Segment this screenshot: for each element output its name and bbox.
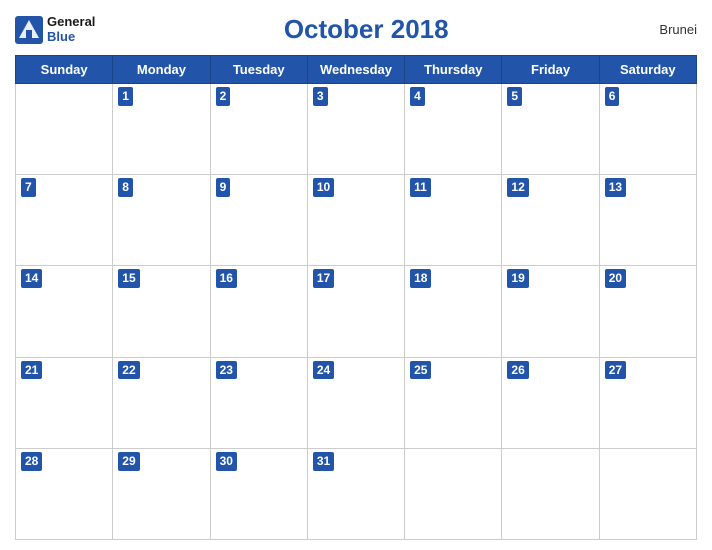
calendar-week-1: 1 2 3 4 5 6 bbox=[16, 84, 697, 175]
calendar-cell: 20 bbox=[599, 266, 696, 357]
day-number: 14 bbox=[21, 269, 42, 288]
day-number: 23 bbox=[216, 361, 237, 380]
day-number: 11 bbox=[410, 178, 431, 197]
day-number: 2 bbox=[216, 87, 231, 106]
day-number: 24 bbox=[313, 361, 334, 380]
calendar-cell: 3 bbox=[307, 84, 404, 175]
day-number: 5 bbox=[507, 87, 522, 106]
day-number: 29 bbox=[118, 452, 139, 471]
logo: General Blue bbox=[15, 15, 95, 44]
day-number: 13 bbox=[605, 178, 626, 197]
calendar-body: 1234567891011121314151617181920212223242… bbox=[16, 84, 697, 540]
header-monday: Monday bbox=[113, 56, 210, 84]
day-number: 3 bbox=[313, 87, 328, 106]
day-number: 21 bbox=[21, 361, 42, 380]
header-thursday: Thursday bbox=[405, 56, 502, 84]
calendar-header: General Blue October 2018 Brunei bbox=[15, 10, 697, 49]
calendar-cell: 31 bbox=[307, 448, 404, 539]
calendar-week-4: 21 22 23 24 25 26 27 bbox=[16, 357, 697, 448]
calendar-cell: 10 bbox=[307, 175, 404, 266]
calendar-cell: 5 bbox=[502, 84, 599, 175]
calendar-cell bbox=[502, 448, 599, 539]
day-number: 15 bbox=[118, 269, 139, 288]
day-number: 25 bbox=[410, 361, 431, 380]
day-number: 30 bbox=[216, 452, 237, 471]
calendar-cell: 12 bbox=[502, 175, 599, 266]
calendar-cell: 17 bbox=[307, 266, 404, 357]
calendar-cell: 21 bbox=[16, 357, 113, 448]
calendar-cell: 24 bbox=[307, 357, 404, 448]
day-number: 28 bbox=[21, 452, 42, 471]
calendar-week-3: 14 15 16 17 18 19 20 bbox=[16, 266, 697, 357]
header-friday: Friday bbox=[502, 56, 599, 84]
calendar-cell: 22 bbox=[113, 357, 210, 448]
header-tuesday: Tuesday bbox=[210, 56, 307, 84]
calendar-cell: 11 bbox=[405, 175, 502, 266]
day-number: 18 bbox=[410, 269, 431, 288]
day-number: 27 bbox=[605, 361, 626, 380]
day-number: 7 bbox=[21, 178, 36, 197]
day-number: 12 bbox=[507, 178, 528, 197]
calendar-cell: 16 bbox=[210, 266, 307, 357]
calendar-cell: 30 bbox=[210, 448, 307, 539]
calendar-cell: 23 bbox=[210, 357, 307, 448]
day-number: 19 bbox=[507, 269, 528, 288]
header-saturday: Saturday bbox=[599, 56, 696, 84]
day-number: 26 bbox=[507, 361, 528, 380]
calendar-cell: 29 bbox=[113, 448, 210, 539]
day-number: 20 bbox=[605, 269, 626, 288]
day-number: 10 bbox=[313, 178, 334, 197]
generalblue-logo-icon bbox=[15, 16, 43, 44]
calendar-title: October 2018 bbox=[95, 14, 637, 45]
days-of-week-row: Sunday Monday Tuesday Wednesday Thursday… bbox=[16, 56, 697, 84]
calendar-cell: 9 bbox=[210, 175, 307, 266]
calendar-table: Sunday Monday Tuesday Wednesday Thursday… bbox=[15, 55, 697, 540]
calendar-week-5: 28 29 30 31 bbox=[16, 448, 697, 539]
day-number: 8 bbox=[118, 178, 133, 197]
calendar-cell: 1 bbox=[113, 84, 210, 175]
logo-blue: Blue bbox=[47, 30, 95, 44]
calendar-cell: 18 bbox=[405, 266, 502, 357]
day-number: 6 bbox=[605, 87, 620, 106]
calendar-cell: 6 bbox=[599, 84, 696, 175]
calendar-cell: 7 bbox=[16, 175, 113, 266]
day-number: 22 bbox=[118, 361, 139, 380]
calendar-cell: 27 bbox=[599, 357, 696, 448]
day-number: 16 bbox=[216, 269, 237, 288]
calendar-cell: 4 bbox=[405, 84, 502, 175]
day-number: 31 bbox=[313, 452, 334, 471]
country-label: Brunei bbox=[637, 22, 697, 37]
header-sunday: Sunday bbox=[16, 56, 113, 84]
logo-text: General Blue bbox=[47, 15, 95, 44]
calendar-cell: 19 bbox=[502, 266, 599, 357]
day-number: 4 bbox=[410, 87, 425, 106]
day-number: 9 bbox=[216, 178, 231, 197]
calendar-cell: 13 bbox=[599, 175, 696, 266]
calendar-week-2: 7 8 9 10 11 12 13 bbox=[16, 175, 697, 266]
logo-general: General bbox=[47, 15, 95, 29]
day-number: 1 bbox=[118, 87, 133, 106]
calendar-cell: 2 bbox=[210, 84, 307, 175]
calendar-cell bbox=[599, 448, 696, 539]
calendar-cell: 15 bbox=[113, 266, 210, 357]
calendar-cell bbox=[405, 448, 502, 539]
calendar-cell: 25 bbox=[405, 357, 502, 448]
header-wednesday: Wednesday bbox=[307, 56, 404, 84]
calendar-cell: 8 bbox=[113, 175, 210, 266]
calendar-cell bbox=[16, 84, 113, 175]
calendar-cell: 14 bbox=[16, 266, 113, 357]
calendar-cell: 26 bbox=[502, 357, 599, 448]
calendar-cell: 28 bbox=[16, 448, 113, 539]
day-number: 17 bbox=[313, 269, 334, 288]
